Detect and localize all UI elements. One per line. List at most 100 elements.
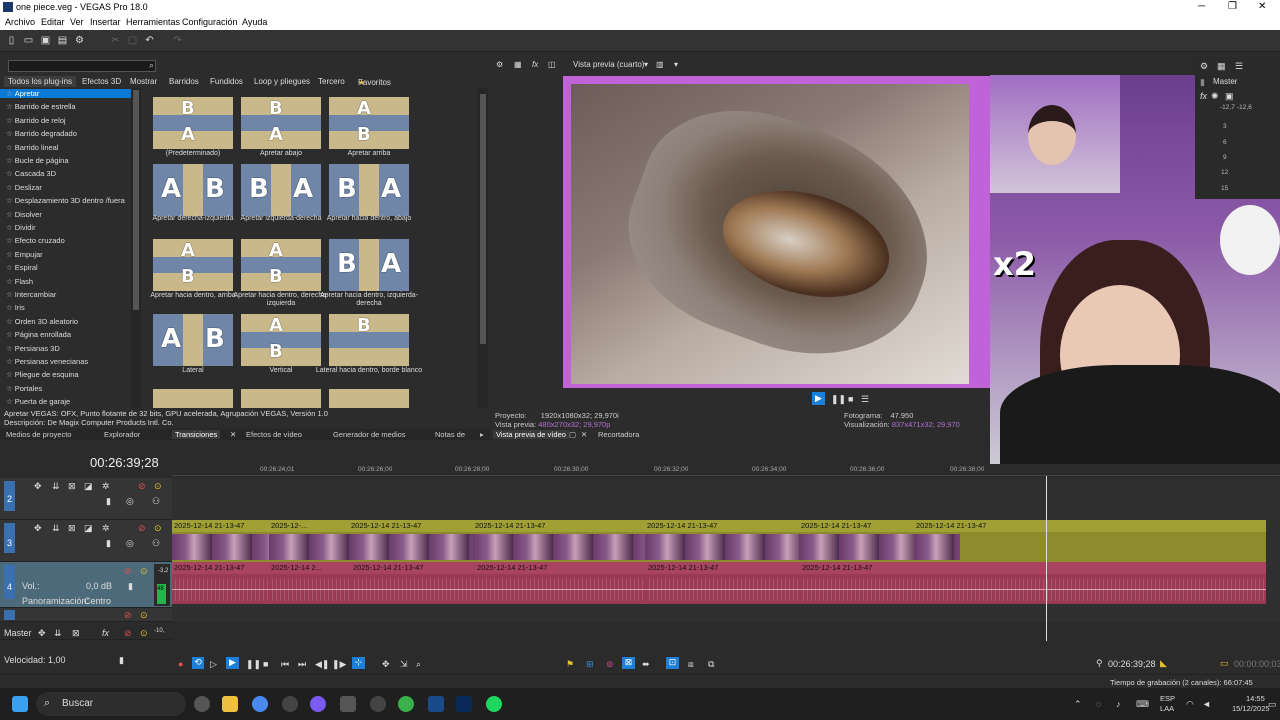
transition-preset-thumbnail[interactable]: B: [329, 314, 409, 366]
gear-icon[interactable]: ⚙: [1200, 61, 1208, 71]
fx-icon[interactable]: fx: [532, 60, 538, 69]
transition-preset-thumbnail[interactable]: AB: [241, 314, 321, 366]
play-icon[interactable]: ▶: [226, 657, 239, 669]
transition-list-scrollbar[interactable]: [131, 88, 141, 408]
tab-fundidos[interactable]: Fundidos: [210, 77, 243, 86]
star-icon[interactable]: ☆: [6, 196, 13, 205]
volume-icon[interactable]: ◄: [1202, 699, 1211, 709]
trim-icon[interactable]: ⧉: [708, 659, 714, 669]
solo-icon[interactable]: ⊙: [154, 481, 162, 491]
discord-icon[interactable]: [310, 696, 326, 712]
minimize-icon[interactable]: ─: [1198, 1, 1205, 12]
star-icon[interactable]: ☆: [6, 102, 13, 111]
transition-preset-thumbnail[interactable]: AB: [153, 239, 233, 291]
tab-todos-plugins[interactable]: Todos los plug-ins: [4, 76, 77, 87]
preview-quality-dropdown[interactable]: Vista previa (cuarto): [573, 60, 644, 69]
auto-ripple-icon[interactable]: ⊚: [606, 659, 614, 669]
loop-icon[interactable]: ⟲: [192, 657, 204, 669]
xbox-icon[interactable]: [398, 696, 414, 712]
tab-efectos-video[interactable]: Efectos de vídeo: [246, 430, 302, 439]
pan-crop-icon[interactable]: ⇊: [52, 481, 60, 491]
transition-preset-thumbnail[interactable]: BA: [153, 97, 233, 149]
transition-list-item[interactable]: ☆ Portales: [6, 384, 42, 393]
tab-transiciones[interactable]: Transiciones: [172, 430, 221, 439]
tab-notas[interactable]: Notas de: [435, 430, 465, 439]
star-icon[interactable]: ☆: [6, 236, 13, 245]
record-icon[interactable]: ●: [178, 659, 183, 669]
track-fx-icon[interactable]: ⊠: [72, 628, 80, 638]
solo-icon[interactable]: ⊙: [140, 566, 148, 576]
windows-start-icon[interactable]: [12, 696, 28, 712]
star-icon[interactable]: ☆: [6, 277, 13, 286]
settings-icon[interactable]: [370, 696, 386, 712]
transition-preset-thumbnail[interactable]: BA: [329, 239, 409, 291]
automation-icon[interactable]: ◪: [84, 523, 93, 533]
solo-icon[interactable]: ⊙: [140, 628, 148, 638]
star-icon[interactable]: ☆: [6, 183, 13, 192]
transition-list-item[interactable]: ☆ Intercambiar: [6, 290, 56, 299]
clock-date[interactable]: 15/12/2025: [1232, 704, 1270, 714]
tab-recortadora[interactable]: Recortadora: [598, 430, 639, 439]
transition-list-item[interactable]: ☆ Puerta de garaje: [6, 397, 70, 406]
track-header-audio-4[interactable]: 4 ⊘ ⊙ Vol.: 0,0 dB ▮ Panoramización: Cen…: [0, 562, 172, 608]
video-clip[interactable]: 2025-12-14 21-13-47: [349, 520, 473, 562]
transition-preset-thumbnail[interactable]: AB: [329, 97, 409, 149]
parent-icon[interactable]: ⚇: [152, 538, 160, 548]
star-icon[interactable]: ☆: [6, 303, 13, 312]
audio-clip[interactable]: 2025-12-14 21-13-47: [646, 562, 800, 604]
sun-icon[interactable]: ✺: [1211, 91, 1219, 101]
tab-efectos-3d[interactable]: Efectos 3D: [82, 77, 121, 86]
obs-icon[interactable]: [282, 696, 298, 712]
track-lane-video-2[interactable]: [172, 478, 1280, 520]
level-slider-handle[interactable]: ▮: [106, 538, 111, 548]
spotify-icon[interactable]: [486, 696, 502, 712]
tab-explorador[interactable]: Explorador: [104, 430, 140, 439]
transition-list-item[interactable]: ☆ Barrido de estrella: [6, 102, 76, 111]
pause-icon[interactable]: ❚❚: [831, 394, 846, 404]
track-lane-empty[interactable]: [172, 608, 1280, 622]
compositing-icon[interactable]: ◎: [126, 538, 134, 548]
transition-list-item[interactable]: ☆ Barrido de reloj: [6, 116, 66, 125]
play-from-start-icon[interactable]: ▷: [210, 659, 217, 669]
transition-preset-thumbnail[interactable]: [153, 389, 233, 408]
mute-icon[interactable]: ⊘: [124, 610, 132, 620]
transition-list-item[interactable]: ☆ Espiral: [6, 263, 38, 272]
close-icon[interactable]: ✕: [1258, 1, 1266, 12]
star-icon[interactable]: ☆: [6, 210, 13, 219]
settings-icon[interactable]: ✲: [102, 523, 110, 533]
tab-medios-proyecto[interactable]: Medios de proyecto: [6, 430, 71, 439]
menu-ayuda[interactable]: Ayuda: [242, 17, 267, 27]
transition-preset-thumbnail[interactable]: BA: [241, 164, 321, 216]
video-clip[interactable]: 2025-12-14 21-13-47: [473, 520, 645, 562]
lang-top[interactable]: ESP: [1160, 694, 1175, 704]
transition-list-item[interactable]: ☆ Persianas venecianas: [6, 357, 88, 366]
menu-archivo[interactable]: Archivo: [5, 17, 35, 27]
zoom-tool-icon[interactable]: ⌕: [416, 659, 421, 669]
star-icon[interactable]: ☆: [6, 317, 13, 326]
star-icon[interactable]: ☆: [6, 129, 13, 138]
selection-tool-icon[interactable]: ⊡: [666, 657, 679, 669]
end-timecode[interactable]: 00:26:39;28: [1108, 659, 1156, 669]
motion-icon[interactable]: ✥: [34, 523, 42, 533]
compositing-icon[interactable]: ◎: [126, 496, 134, 506]
menu-editar[interactable]: Editar: [41, 17, 65, 27]
stop-icon[interactable]: ■: [263, 659, 268, 669]
level-slider-handle[interactable]: ▮: [106, 496, 111, 506]
audio-clip[interactable]: 2025-12-14 21-13-47: [800, 562, 1266, 604]
audio-clip[interactable]: 2025-12-14 21-13-47: [475, 562, 646, 604]
restore-icon[interactable]: ❐: [1228, 1, 1237, 12]
plugin-search-input[interactable]: ⌕: [8, 60, 156, 72]
chevron-down-icon[interactable]: ▾: [674, 60, 678, 69]
pause-icon[interactable]: ❚❚: [246, 659, 261, 669]
transition-list-item[interactable]: ☆ Orden 3D aleatorio: [6, 317, 78, 326]
speed-slider-handle[interactable]: ▮: [119, 655, 124, 665]
video-clip[interactable]: 2025-12-14 21-13-47: [645, 520, 799, 562]
float-tab-icon[interactable]: ▢: [569, 430, 576, 439]
audio-clip[interactable]: 2025-12-14 21-13-47: [172, 562, 269, 604]
transition-list-item[interactable]: ☆ Página enrollada: [6, 330, 71, 339]
split-icon[interactable]: ⧈: [688, 659, 694, 669]
cut-icon[interactable]: ✂: [110, 35, 121, 46]
star-icon[interactable]: ☆: [6, 290, 13, 299]
ignore-grouping-icon[interactable]: ⬌: [642, 659, 650, 669]
mute-icon[interactable]: ⊘: [124, 628, 132, 638]
